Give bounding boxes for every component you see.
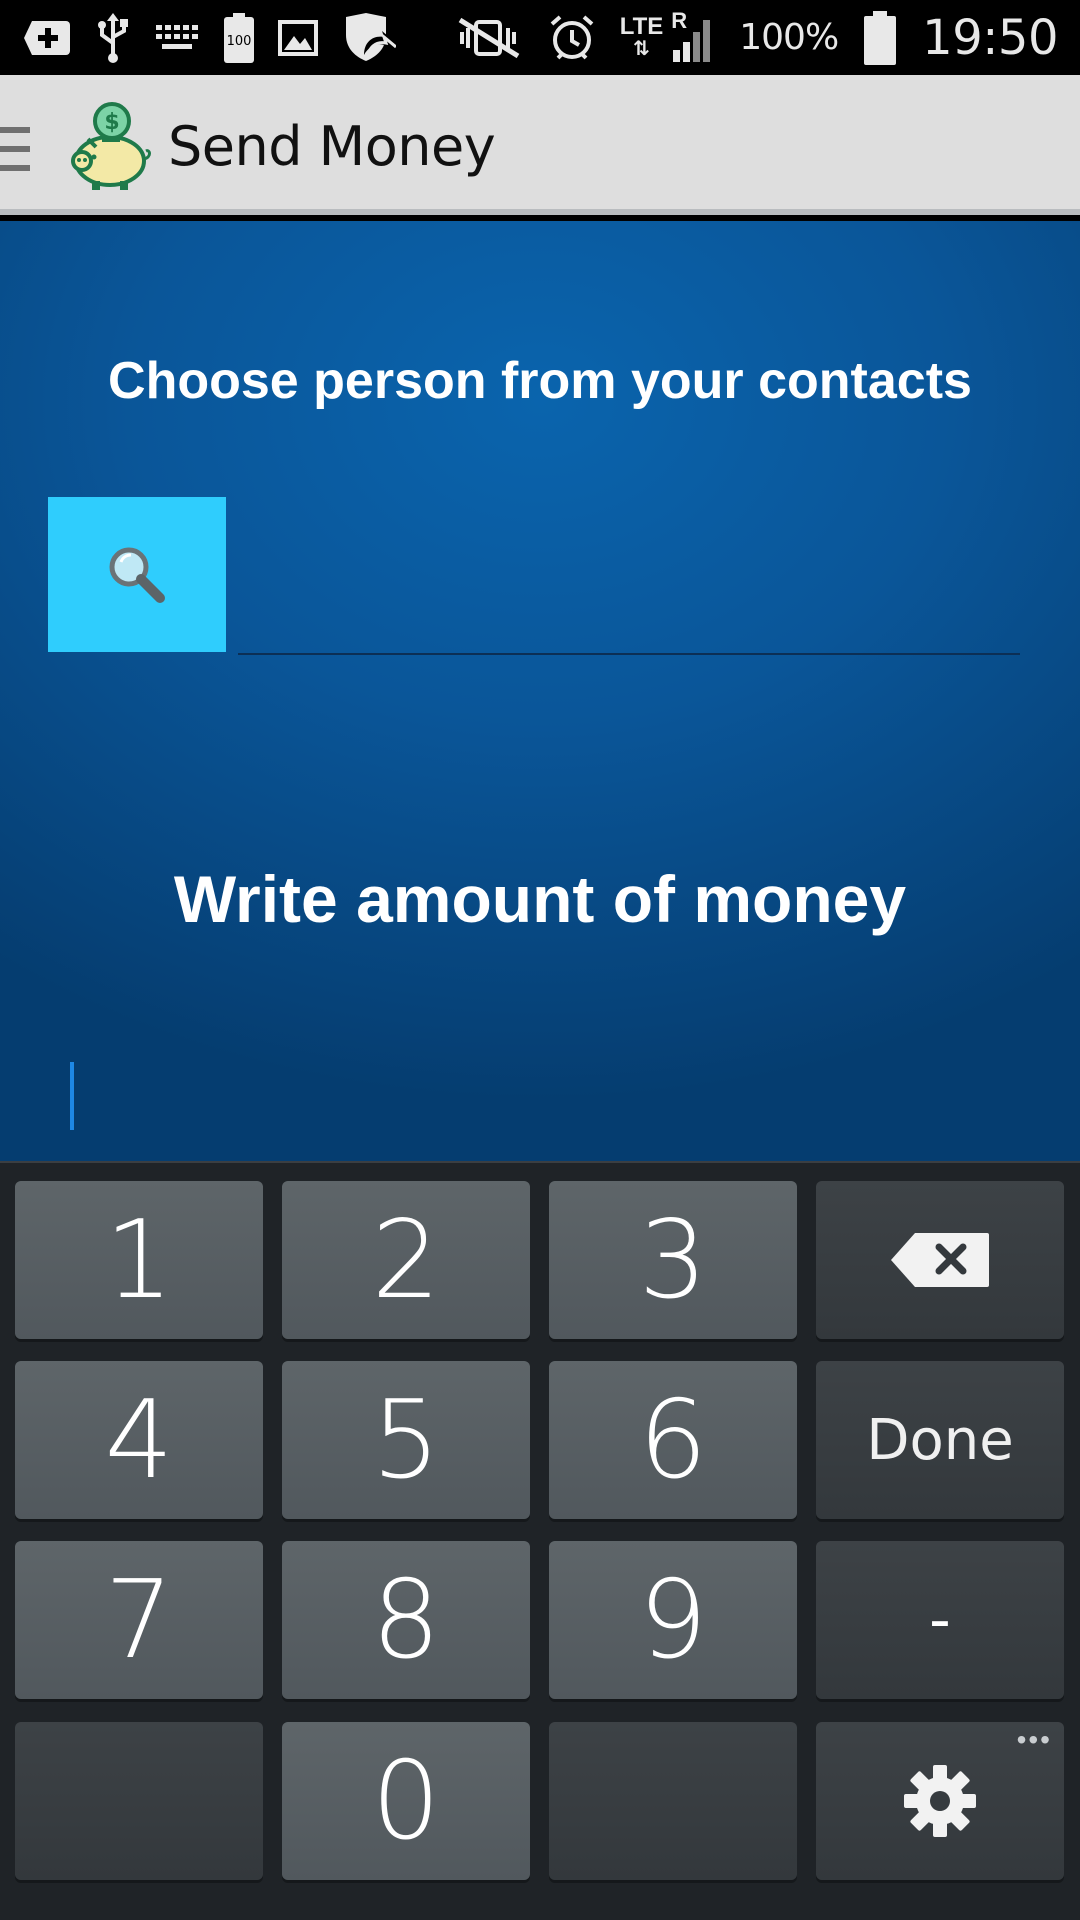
key-7[interactable]: 7 (15, 1541, 263, 1699)
vibrate-mute-icon (454, 13, 524, 63)
key-4[interactable]: 4 (15, 1361, 263, 1519)
network-indicator: LTE ⇅ R (619, 8, 716, 63)
key-0[interactable]: 0 (282, 1722, 530, 1880)
usb-icon (96, 12, 130, 63)
shield-sync-icon (342, 12, 396, 63)
page-title: Send Money (168, 115, 496, 178)
search-icon (109, 547, 165, 603)
alarm-icon (548, 13, 596, 63)
network-type: LTE (619, 12, 664, 40)
key-5[interactable]: 5 (282, 1361, 530, 1519)
key-3[interactable]: 3 (549, 1181, 797, 1339)
battery-100-icon: 100 (224, 12, 254, 63)
clock-time: 19:50 (922, 9, 1058, 66)
status-bar-notifications: 100 (22, 0, 396, 75)
amount-heading: Write amount of money (173, 862, 907, 936)
battery-small-label: 100 (227, 34, 252, 49)
done-key[interactable]: Done (816, 1361, 1064, 1519)
more-options-icon: ••• (1016, 1724, 1052, 1755)
blank-key-right[interactable] (549, 1722, 797, 1880)
piggy-bank-dollar-icon[interactable]: $ (62, 101, 152, 191)
text-cursor (70, 1062, 74, 1130)
data-arrows-icon: ⇅ (633, 37, 650, 60)
gear-icon (904, 1765, 976, 1837)
keyboard-icon (154, 13, 200, 63)
backspace-key[interactable] (816, 1181, 1064, 1339)
key-6[interactable]: 6 (549, 1361, 797, 1519)
status-bar: 100 LTE ⇅ R 100% 19:50 (0, 0, 1080, 75)
key-8[interactable]: 8 (282, 1541, 530, 1699)
signal-icon: R (669, 8, 715, 62)
blank-key-left[interactable] (15, 1722, 263, 1880)
contacts-heading: Choose person from your contacts (108, 352, 972, 410)
action-bar: $ Send Money (0, 75, 1080, 215)
backspace-icon (891, 1233, 989, 1287)
key-2[interactable]: 2 (282, 1181, 530, 1339)
contact-input[interactable] (238, 521, 1020, 655)
send-money-form: Choose person from your contacts Write a… (0, 221, 1080, 1161)
amount-input[interactable] (70, 1051, 1010, 1141)
key-1[interactable]: 1 (15, 1181, 263, 1339)
keyboard-settings-key[interactable]: ••• (816, 1722, 1064, 1880)
status-bar-system: LTE ⇅ R 100% 19:50 (454, 0, 1058, 75)
navigation-drawer-icon[interactable] (0, 127, 30, 171)
image-icon (278, 13, 318, 63)
minus-key[interactable]: - (816, 1541, 1064, 1699)
numeric-keyboard: 1 2 3 4 5 6 Done 7 8 9 - 0 ••• (0, 1161, 1080, 1920)
key-9[interactable]: 9 (549, 1541, 797, 1699)
add-box-icon (22, 13, 72, 63)
battery-icon (862, 10, 898, 65)
search-contacts-button[interactable] (48, 497, 226, 652)
battery-percent: 100% (739, 17, 839, 58)
svg-text:$: $ (104, 110, 119, 135)
